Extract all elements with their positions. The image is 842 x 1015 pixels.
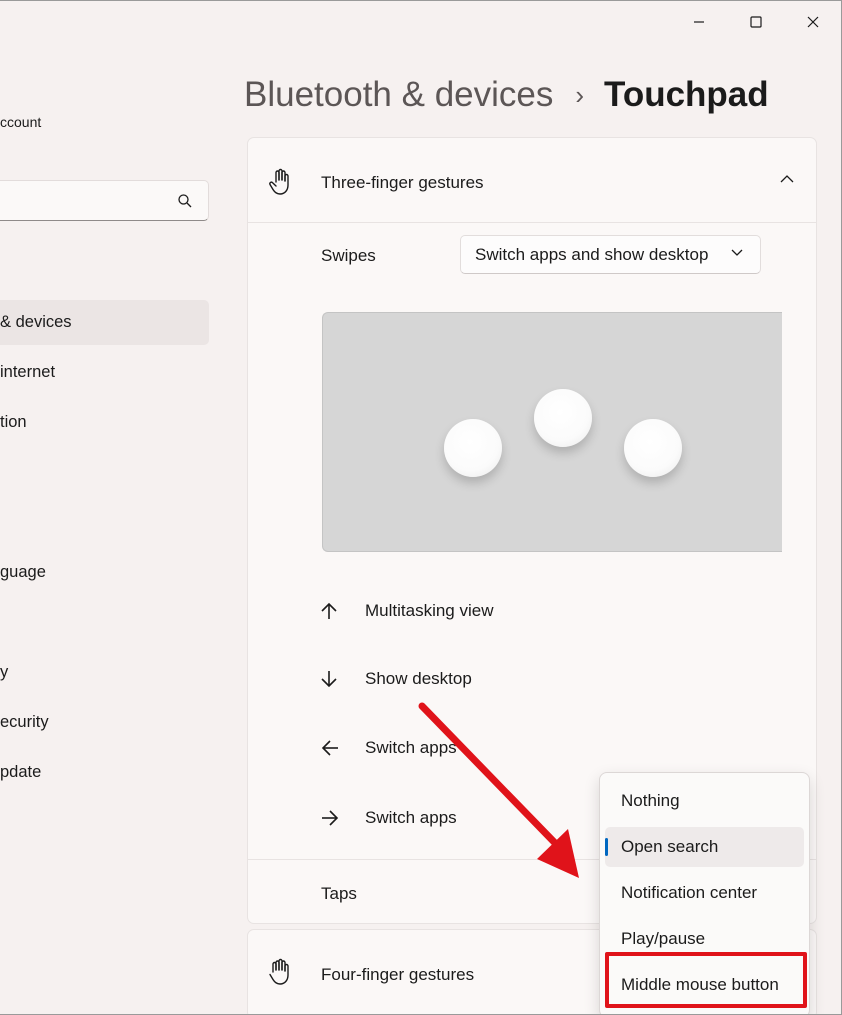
sidebar-item-windows-update[interactable]: pdate (0, 750, 209, 795)
breadcrumb-parent[interactable]: Bluetooth & devices (244, 75, 553, 115)
taps-label: Taps (321, 884, 357, 903)
swipes-dropdown[interactable]: Switch apps and show desktop (460, 235, 761, 274)
gesture-label-down: Show desktop (365, 669, 472, 688)
maximize-button[interactable] (727, 1, 784, 43)
swipes-dropdown-value: Switch apps and show desktop (475, 245, 709, 264)
sidebar-item-network-internet[interactable]: internet (0, 350, 209, 395)
gesture-preview-image (322, 312, 782, 552)
sidebar-item-personalization[interactable]: tion (0, 400, 209, 445)
gesture-label-right: Switch apps (365, 808, 457, 827)
finger-dot (444, 419, 502, 477)
sidebar: ccount & devices internet tion guage y e… (0, 1, 215, 1014)
menu-item-nothing[interactable]: Nothing (605, 781, 804, 821)
sidebar-item-time-language[interactable]: guage (0, 550, 209, 595)
arrow-up-icon (321, 602, 337, 619)
minimize-button[interactable] (670, 1, 727, 43)
gesture-label-left: Switch apps (365, 738, 457, 757)
arrow-left-icon (321, 740, 338, 756)
gesture-row-left: Switch apps (321, 738, 457, 758)
close-button[interactable] (784, 1, 841, 43)
maximize-icon (749, 16, 762, 28)
three-finger-gestures-header[interactable]: Three-finger gestures (248, 138, 816, 223)
account-label[interactable]: ccount (0, 114, 41, 130)
menu-item-notification-center[interactable]: Notification center (605, 873, 804, 913)
arrow-right-icon (322, 810, 339, 826)
breadcrumb: Bluetooth & devices › Touchpad (244, 75, 769, 115)
settings-window: ccount & devices internet tion guage y e… (0, 0, 842, 1015)
menu-item-middle-mouse-button[interactable]: Middle mouse button (605, 965, 804, 1005)
sidebar-item-accessibility[interactable]: y (0, 650, 209, 695)
chevron-down-icon (731, 249, 743, 256)
finger-dot (624, 419, 682, 477)
swipes-label: Swipes (321, 246, 376, 265)
search-icon[interactable] (178, 194, 192, 208)
sidebar-item-bluetooth-devices[interactable]: & devices (0, 300, 209, 345)
three-finger-gestures-title: Three-finger gestures (321, 173, 484, 192)
sidebar-item-privacy-security[interactable]: ecurity (0, 700, 209, 745)
finger-dot (534, 389, 592, 447)
minimize-icon (693, 21, 704, 23)
close-icon (807, 16, 818, 28)
search-input[interactable] (1, 181, 161, 220)
chevron-up-icon[interactable] (780, 174, 794, 184)
hand-gesture-icon (269, 958, 289, 985)
hand-gesture-icon (269, 168, 289, 195)
arrow-down-icon (321, 671, 337, 688)
page-title: Touchpad (604, 75, 769, 114)
four-finger-gestures-title: Four-finger gestures (321, 965, 475, 984)
taps-dropdown-menu: Nothing Open search Notification center … (599, 772, 810, 1014)
caption-buttons (670, 1, 841, 43)
menu-item-open-search[interactable]: Open search (605, 827, 804, 867)
gesture-row-down: Show desktop (321, 669, 472, 689)
settings-search[interactable] (0, 180, 209, 221)
gesture-row-right: Switch apps (321, 808, 457, 828)
gesture-row-up: Multitasking view (321, 601, 494, 621)
menu-item-play-pause[interactable]: Play/pause (605, 919, 804, 959)
gesture-label-up: Multitasking view (365, 601, 494, 620)
breadcrumb-separator-icon: › (575, 79, 585, 110)
